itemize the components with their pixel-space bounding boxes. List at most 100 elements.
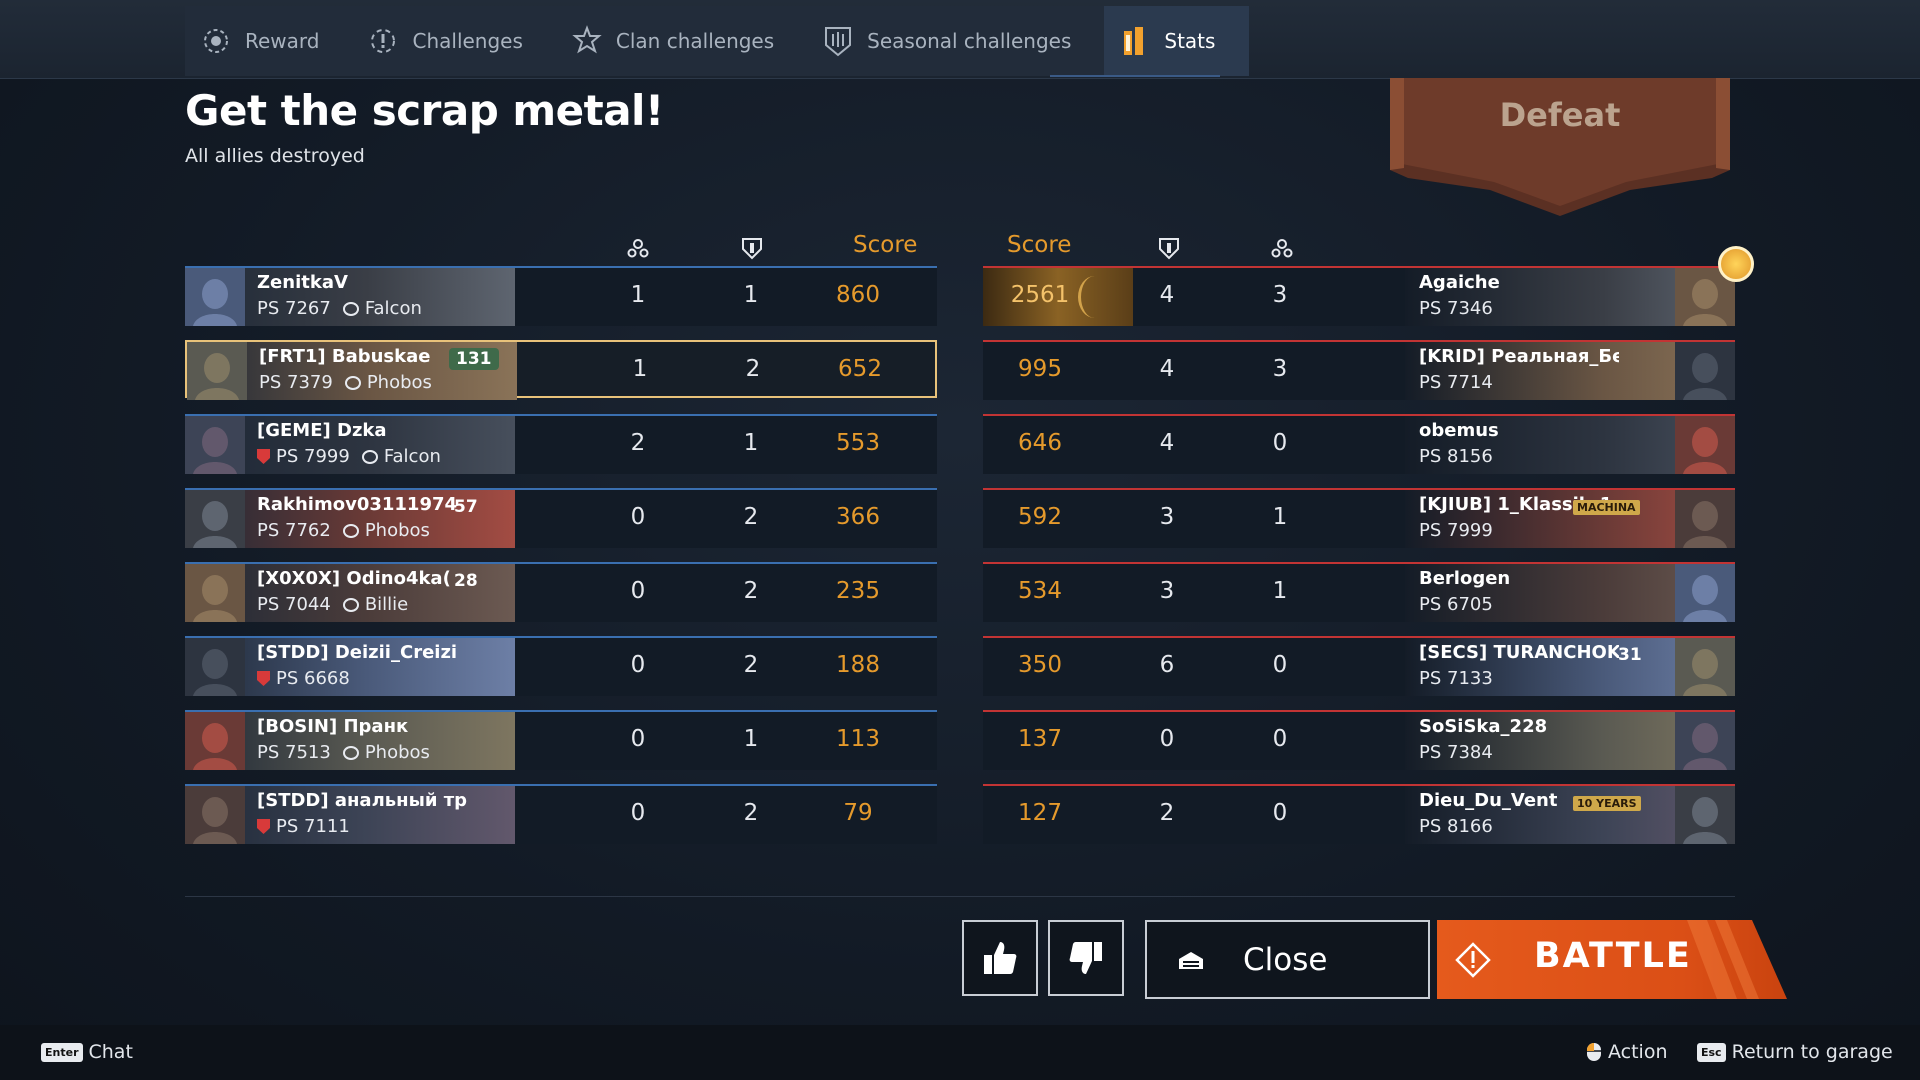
score-value: 995	[1018, 356, 1062, 382]
enemy-player-row[interactable]: obemus PS 8156 646 4 0	[983, 414, 1735, 474]
avatar	[1675, 342, 1735, 400]
power-score: PS 8166	[1419, 816, 1493, 837]
power-score: PS 7762	[257, 520, 331, 541]
player-name: [STDD] Deizii_Creizi	[257, 642, 458, 663]
score-value: 79	[843, 800, 873, 826]
score-value: 592	[1018, 504, 1062, 530]
player-card: [KRID] Реальная_Белка PS 7714	[1405, 342, 1735, 400]
player-name: Dieu_Du_Vent	[1419, 790, 1558, 811]
clan-shield-icon	[257, 449, 270, 464]
kills-value: 0	[630, 652, 646, 678]
avatar	[1675, 786, 1735, 844]
player-card: [KJIUB] 1_Klassik_1 PS 7999 MACHINA	[1405, 490, 1735, 548]
player-name: [FRT1] Babuskae	[259, 346, 431, 367]
ally-player-row[interactable]: [STDD] анальный тример PS 7111 0 2 79	[185, 784, 937, 844]
close-button[interactable]: Close	[1145, 920, 1430, 999]
tab-label: Challenges	[412, 29, 523, 53]
dislike-button[interactable]	[1048, 920, 1124, 996]
ally-player-row[interactable]: [FRT1] Babuskae PS 7379 Phobos 131 1 2 652	[185, 340, 937, 400]
assists-value: 2	[743, 652, 759, 678]
assists-value: 0	[1159, 726, 1175, 752]
battle-button[interactable]: BATTLE	[1437, 920, 1787, 999]
score-value: 652	[838, 356, 882, 382]
falcon-faction-icon	[342, 301, 359, 316]
ally-player-row[interactable]: [STDD] Deizii_Creizi PS 6668 0 2 188	[185, 636, 937, 696]
tab-seasonal-challenges[interactable]: Seasonal challenges	[807, 6, 1104, 76]
power-score: PS 7346	[1419, 298, 1493, 319]
player-card: [X0X0X] Odino4ka(PS 7044 Billie 28	[185, 564, 515, 622]
ally-player-row[interactable]: [X0X0X] Odino4ka(PS 7044 Billie 28 0 2 235	[185, 562, 937, 622]
player-name: ZenitkaV	[257, 272, 348, 293]
tab-label: Reward	[245, 29, 320, 53]
avatar	[185, 416, 245, 474]
ally-player-row[interactable]: Rakhimov03111974 PS 7762 Phobos 57 0 2 366	[185, 488, 937, 548]
tab-stats[interactable]: Stats	[1104, 6, 1250, 76]
ally-player-row[interactable]: [BOSIN] Пранк PS 7513 Phobos 0 1 113	[185, 710, 937, 770]
player-name: SoSiSka_228	[1419, 716, 1548, 737]
stats-icon	[1118, 24, 1152, 58]
power-score: PS 7133	[1419, 668, 1493, 689]
faction-name: Falcon	[364, 298, 422, 319]
enemy-player-row[interactable]: Berlogen PS 6705 534 3 1	[983, 562, 1735, 622]
kills-value: 0	[630, 726, 646, 752]
player-name: [GEME] Dzka	[257, 420, 387, 441]
phobos-faction-icon	[344, 375, 361, 390]
challenges-icon	[366, 24, 400, 58]
avatar	[1675, 712, 1735, 770]
tab-clan-challenges[interactable]: Clan challenges	[556, 6, 807, 76]
score-value: 137	[1018, 726, 1062, 752]
billie-faction-icon	[342, 597, 359, 612]
like-button[interactable]	[962, 920, 1038, 996]
power-score: PS 7267	[257, 298, 331, 319]
player-info: PS 7346	[1419, 298, 1493, 319]
player-info: PS 7714	[1419, 372, 1493, 393]
avatar	[185, 268, 245, 326]
avatar	[185, 564, 245, 622]
faction-name: Phobos	[364, 520, 430, 541]
kills-value: 0	[630, 504, 646, 530]
battle-label: BATTLE	[1534, 936, 1692, 976]
enemy-player-row[interactable]: [SECS] TURANCHOKS PS 7133 31 350 6 0	[983, 636, 1735, 696]
enemy-player-row[interactable]: Agaiche PS 7346 2561 4 3	[983, 246, 1754, 326]
player-card: Rakhimov03111974 PS 7762 Phobos 57	[185, 490, 515, 548]
enemy-player-row[interactable]: SoSiSka_228 PS 7384 137 0 0	[983, 710, 1735, 770]
footer-bar: Enter Chat Action Esc Return to garage	[0, 1025, 1920, 1080]
top-bar: Reward Challenges Clan challenges Season…	[0, 0, 1920, 79]
event-tag: 10 YEARS	[1573, 796, 1641, 811]
reward-icon	[199, 24, 233, 58]
assists-value: 6	[1159, 652, 1175, 678]
enemy-player-row[interactable]: [KJIUB] 1_Klassik_1 PS 7999 MACHINA 592 3 1	[983, 488, 1735, 548]
kills-column-icon	[1271, 239, 1293, 258]
return-to-garage-hint[interactable]: Esc Return to garage	[1697, 1041, 1893, 1063]
player-name: [BOSIN] Пранк	[257, 716, 409, 737]
assists-value: 2	[745, 356, 761, 382]
player-info: PS 7513 Phobos	[257, 742, 430, 763]
level-badge: 131	[449, 348, 499, 370]
enemy-player-row[interactable]: [KRID] Реальная_Белка PS 7714 995 4 3	[983, 340, 1735, 400]
player-info: PS 7999	[1419, 520, 1493, 541]
assists-value: 1	[743, 282, 759, 308]
kills-value: 1	[1272, 578, 1288, 604]
score-value: 113	[836, 726, 880, 752]
player-card: SoSiSka_228 PS 7384	[1405, 712, 1735, 770]
tab-challenges[interactable]: Challenges	[352, 6, 555, 76]
chat-hint[interactable]: Enter Chat	[41, 1041, 133, 1063]
avatar	[1675, 490, 1735, 548]
active-tab-underline	[1050, 75, 1220, 77]
faction-name: Phobos	[364, 742, 430, 763]
tab-reward[interactable]: Reward	[185, 6, 352, 76]
assists-value: 2	[1159, 800, 1175, 826]
assists-value: 2	[743, 800, 759, 826]
ally-player-row[interactable]: ZenitkaV PS 7267 Falcon 1 1 860	[185, 266, 937, 326]
player-name: [KRID] Реальная_Белка	[1419, 346, 1619, 367]
clan-challenges-icon	[570, 24, 604, 58]
player-card: ZenitkaV PS 7267 Falcon	[185, 268, 515, 326]
player-card: Agaiche PS 7346	[1405, 268, 1735, 326]
power-score: PS 7111	[276, 816, 350, 837]
ally-player-row[interactable]: [GEME] Dzka PS 7999 Falcon 2 1 553	[185, 414, 937, 474]
action-hint[interactable]: Action	[1586, 1041, 1668, 1063]
esc-key-icon: Esc	[1697, 1042, 1726, 1062]
power-score: PS 7999	[1419, 520, 1493, 541]
enemy-player-row[interactable]: Dieu_Du_Vent PS 8166 10 YEARS 127 2 0	[983, 784, 1735, 844]
player-name: [STDD] анальный тример	[257, 790, 467, 811]
